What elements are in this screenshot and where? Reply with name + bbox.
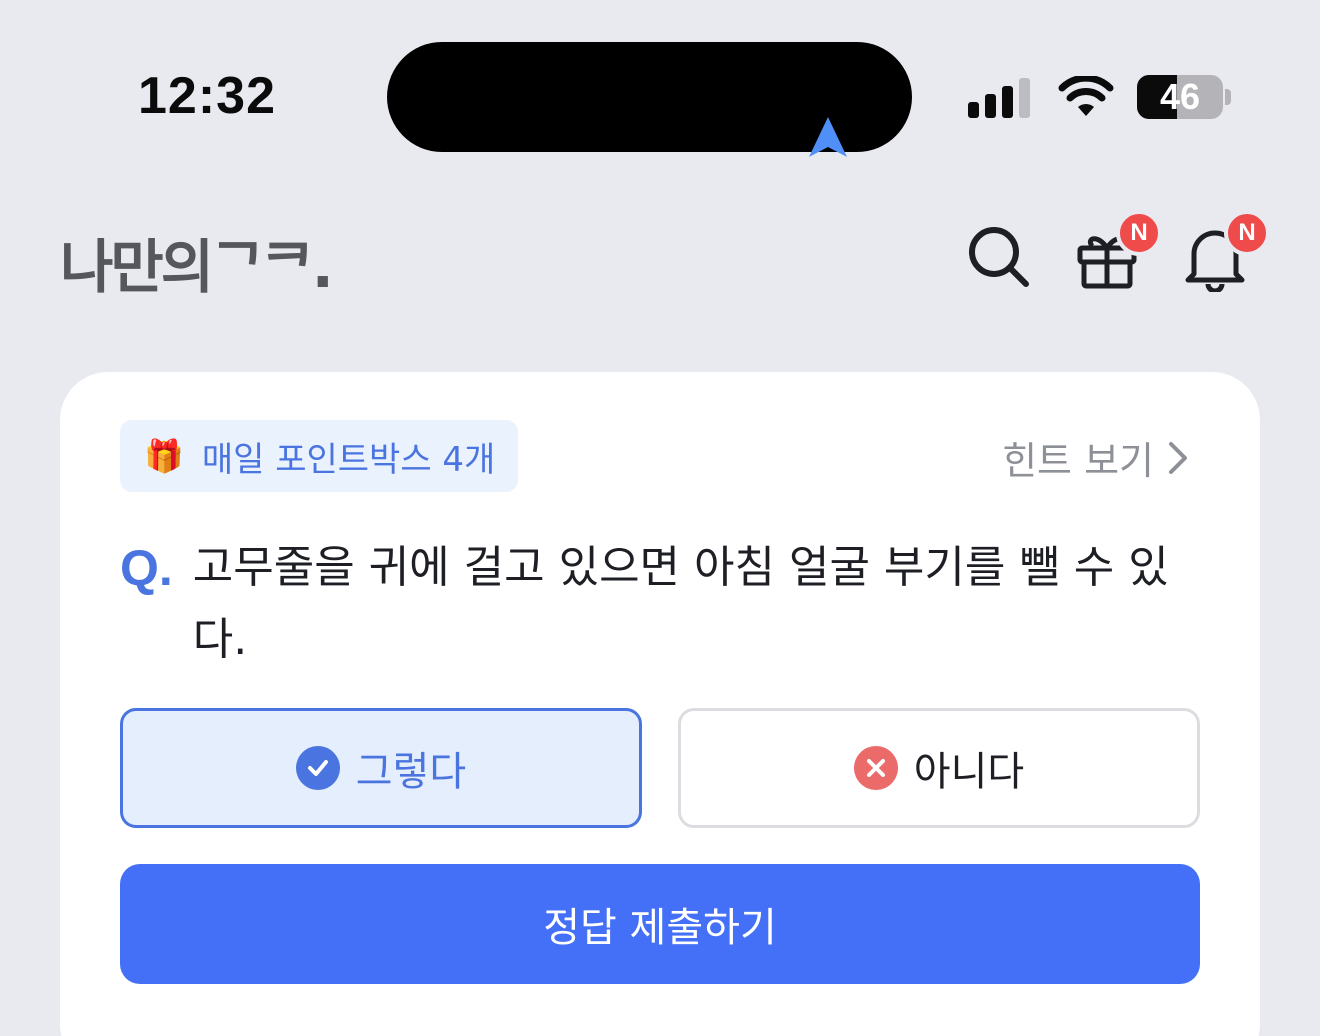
quiz-card: 🎁 매일 포인트박스 4개 힌트 보기 Q. 고무줄을 귀에 걸고 있으면 아침… — [60, 372, 1260, 1036]
answer-yes-label: 그렇다 — [355, 749, 467, 795]
hint-label: 힌트 보기 — [1002, 439, 1154, 483]
gift-notification-badge: N — [1116, 210, 1162, 256]
answer-yes-button[interactable]: 그렇다 — [120, 708, 642, 828]
search-icon — [969, 227, 1029, 287]
battery-level: 46 — [1159, 76, 1201, 117]
hint-link[interactable]: 힌트 보기 — [1002, 430, 1188, 485]
wifi-icon — [1058, 76, 1114, 116]
gift-box-icon: 🎁 — [144, 437, 184, 475]
quiz-question: Q. 고무줄을 귀에 걸고 있으면 아침 얼굴 부기를 뺄 수 있다. — [120, 532, 1200, 676]
answer-no-button[interactable]: 아니다 — [678, 708, 1200, 828]
chevron-right-icon — [1169, 441, 1187, 474]
point-chip-label: 매일 포인트박스 4개 — [201, 439, 496, 480]
bell-notification-badge: N — [1224, 210, 1270, 256]
daily-point-box-chip[interactable]: 🎁 매일 포인트박스 4개 — [120, 420, 518, 492]
status-bar: 12:32 46 — [0, 0, 1320, 190]
battery-tip — [1225, 89, 1231, 105]
notification-button[interactable]: N — [1180, 210, 1270, 294]
dynamic-island — [387, 42, 912, 157]
battery-icon: 46 — [1137, 75, 1223, 119]
status-time: 12:32 — [138, 67, 276, 125]
app-header: 나만의ᄀᄏ. N N — [0, 190, 1320, 340]
submit-answer-button[interactable]: 정답 제출하기 — [120, 864, 1200, 984]
gift-button[interactable]: N — [1072, 210, 1162, 292]
question-marker: Q. — [120, 540, 173, 596]
app-logo[interactable]: 나만의ᄀᄏ. — [60, 220, 334, 304]
answer-no-label: 아니다 — [913, 749, 1025, 795]
navigation-arrow-icon — [809, 117, 847, 157]
question-text: 고무줄을 귀에 걸고 있으면 아침 얼굴 부기를 뺄 수 있다. — [192, 542, 1169, 665]
cellular-signal-icon — [968, 76, 1030, 118]
search-button[interactable] — [964, 222, 1034, 292]
x-circle-icon — [853, 746, 898, 790]
check-circle-icon — [295, 746, 340, 790]
